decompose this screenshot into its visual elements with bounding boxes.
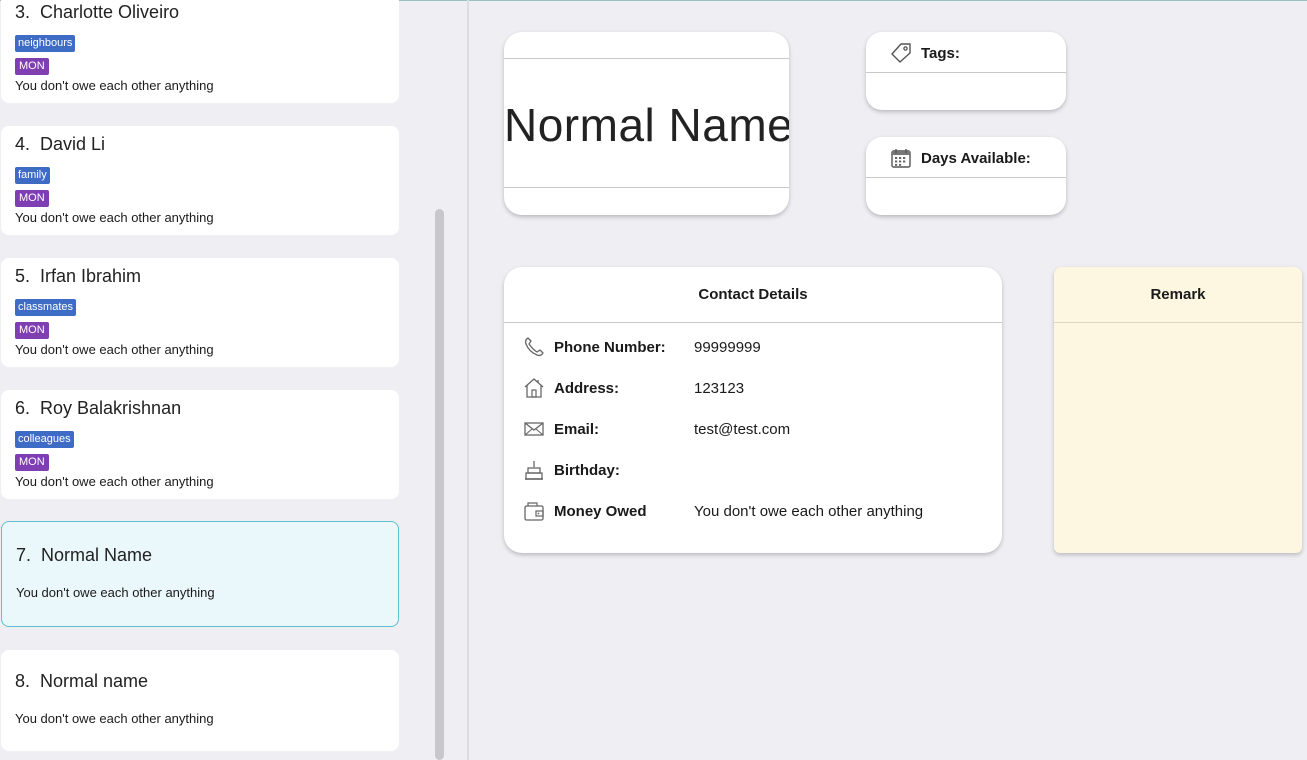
- contact-details-title: Contact Details: [504, 267, 1002, 323]
- tags-header: Tags:: [866, 32, 1066, 73]
- list-scrollbar[interactable]: [435, 209, 444, 760]
- phone-icon: [523, 336, 545, 358]
- money-owed-label: Money Owed: [554, 503, 647, 520]
- phone-row: Phone Number: 99999999: [504, 336, 1002, 360]
- wallet-icon: [523, 500, 545, 522]
- contact-name: Normal Name: [41, 545, 153, 565]
- contact-card-name: 7. Normal Name: [16, 545, 152, 566]
- detail-name: Normal Name: [504, 99, 789, 151]
- contact-index: 8.: [15, 671, 31, 691]
- name-rule-bottom: [504, 187, 789, 188]
- tags-label: Tags:: [921, 45, 960, 62]
- contact-index: 4.: [15, 134, 31, 154]
- address-row: Address: 123123: [504, 377, 1002, 401]
- tags-panel: Tags:: [866, 32, 1066, 110]
- contact-card-name: 4. David Li: [15, 134, 105, 155]
- contact-name: David Li: [40, 134, 106, 154]
- days-panel: Days Available:: [866, 137, 1066, 215]
- name-panel: Normal Name: [504, 32, 789, 215]
- days-header: Days Available:: [866, 137, 1066, 178]
- money-status: You don't owe each other anything: [15, 78, 214, 93]
- split-divider[interactable]: [467, 0, 469, 760]
- contact-card-name: 6. Roy Balakrishnan: [15, 398, 181, 419]
- contact-card-name: 8. Normal name: [15, 671, 148, 692]
- money-status: You don't owe each other anything: [15, 210, 214, 225]
- cake-icon: [523, 459, 545, 481]
- contact-card[interactable]: 8. Normal name You don't owe each other a…: [1, 650, 399, 751]
- contact-tag: family: [15, 167, 50, 184]
- contact-tag: colleagues: [15, 431, 74, 448]
- contact-index: 7.: [16, 545, 32, 565]
- contact-tag: neighbours: [15, 35, 76, 52]
- mail-icon: [523, 418, 545, 440]
- money-owed-value: You don't owe each other anything: [694, 503, 924, 520]
- phone-label: Phone Number:: [554, 339, 666, 356]
- days-label: Days Available:: [921, 150, 1031, 167]
- contact-list[interactable]: 3. Charlotte Oliveiro neighbours MON You …: [0, 0, 447, 760]
- remark-title: Remark: [1054, 267, 1302, 323]
- contact-tag: classmates: [15, 299, 77, 316]
- birthday-row: Birthday:: [504, 459, 1002, 483]
- calendar-icon: [890, 147, 912, 169]
- day-tag: MON: [15, 58, 49, 75]
- contact-card-selected[interactable]: 7. Normal Name You don't owe each other a…: [1, 521, 399, 627]
- contact-card[interactable]: 3. Charlotte Oliveiro neighbours MON You …: [1, 0, 399, 103]
- contact-card[interactable]: 6. Roy Balakrishnan colleagues MON You do…: [1, 390, 399, 499]
- contact-card-name: 3. Charlotte Oliveiro: [15, 2, 179, 23]
- remark-panel[interactable]: Remark: [1054, 267, 1302, 553]
- contact-name: Charlotte Oliveiro: [40, 2, 180, 22]
- contact-name: Normal name: [40, 671, 149, 691]
- email-row: Email: test@test.com: [504, 418, 1002, 442]
- contact-card-name: 5. Irfan Ibrahim: [15, 266, 141, 287]
- email-value: test@test.com: [694, 421, 791, 438]
- contact-index: 3.: [15, 2, 31, 22]
- contact-details-panel: Contact Details Phone Number: 99999999 A…: [504, 267, 1002, 553]
- money-owed-row: Money Owed You don't owe each other anyt…: [504, 500, 1002, 524]
- money-status: You don't owe each other anything: [16, 585, 215, 600]
- address-label: Address:: [554, 380, 620, 397]
- contact-index: 6.: [15, 398, 31, 418]
- birthday-label: Birthday:: [554, 462, 620, 479]
- money-status: You don't owe each other anything: [15, 474, 214, 489]
- email-label: Email:: [554, 421, 600, 438]
- address-value: 123123: [694, 380, 745, 397]
- day-tag: MON: [15, 454, 49, 471]
- contact-name: Roy Balakrishnan: [40, 398, 182, 418]
- contact-card[interactable]: 5. Irfan Ibrahim classmates MON You don't…: [1, 258, 399, 367]
- name-rule-top: [504, 58, 789, 59]
- contact-index: 5.: [15, 266, 31, 286]
- contact-card[interactable]: 4. David Li family MON You don't owe each…: [1, 126, 399, 235]
- home-icon: [523, 377, 545, 399]
- day-tag: MON: [15, 322, 49, 339]
- money-status: You don't owe each other anything: [15, 711, 214, 726]
- day-tag: MON: [15, 190, 49, 207]
- money-status: You don't owe each other anything: [15, 342, 214, 357]
- phone-value: 99999999: [694, 339, 761, 356]
- contact-name: Irfan Ibrahim: [40, 266, 142, 286]
- tag-icon: [890, 42, 912, 64]
